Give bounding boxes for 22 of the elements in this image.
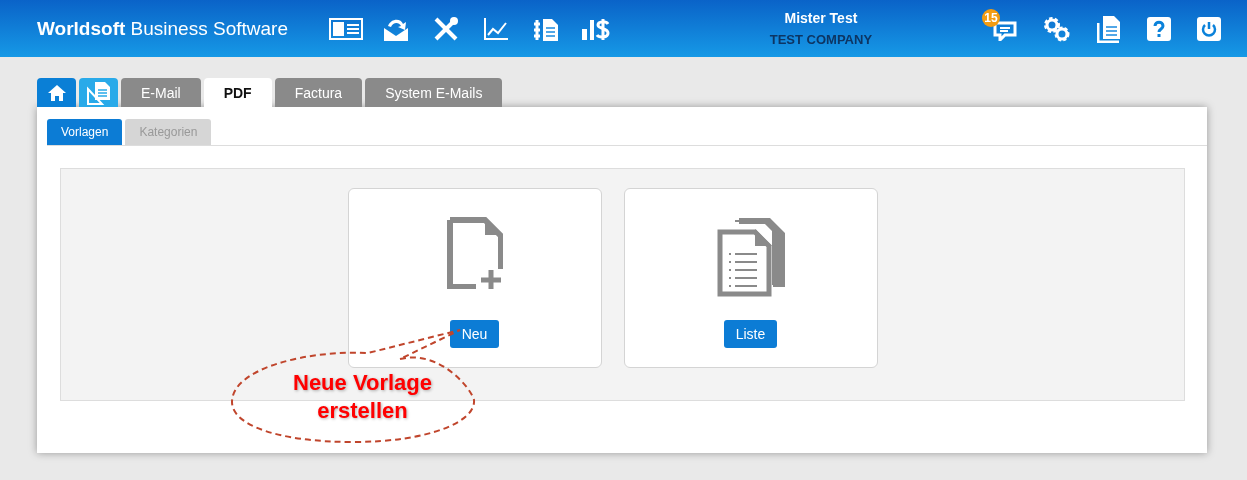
app-title: Worldsoft Business Software (37, 17, 289, 40)
power-icon[interactable] (1197, 16, 1221, 41)
new-document-icon (446, 217, 503, 289)
icon-tab[interactable] (79, 78, 118, 107)
user-name: Mister Test (784, 10, 858, 26)
home-icon (46, 83, 67, 102)
settings-icon[interactable] (1043, 15, 1071, 42)
tab[interactable]: E-Mail (121, 78, 201, 107)
document-ruler-icon (86, 80, 111, 105)
notification-badge: 15 (982, 8, 1000, 27)
document-stack-icon[interactable] (1097, 14, 1121, 43)
tab[interactable]: PDF (203, 78, 272, 107)
help-icon[interactable] (1147, 16, 1171, 41)
action-button[interactable]: Neu (449, 320, 500, 348)
tab[interactable]: System E-Mails (365, 78, 503, 107)
company-name: TEST COMPANY (769, 32, 873, 47)
icon-tab[interactable] (37, 78, 76, 107)
subtab[interactable]: Vorlagen (47, 119, 123, 145)
tab[interactable]: Factura (274, 78, 363, 107)
action-button[interactable]: Liste (723, 320, 778, 348)
callout-text: Neue Vorlage erstellen (292, 369, 433, 425)
document-list-icon (716, 217, 785, 297)
